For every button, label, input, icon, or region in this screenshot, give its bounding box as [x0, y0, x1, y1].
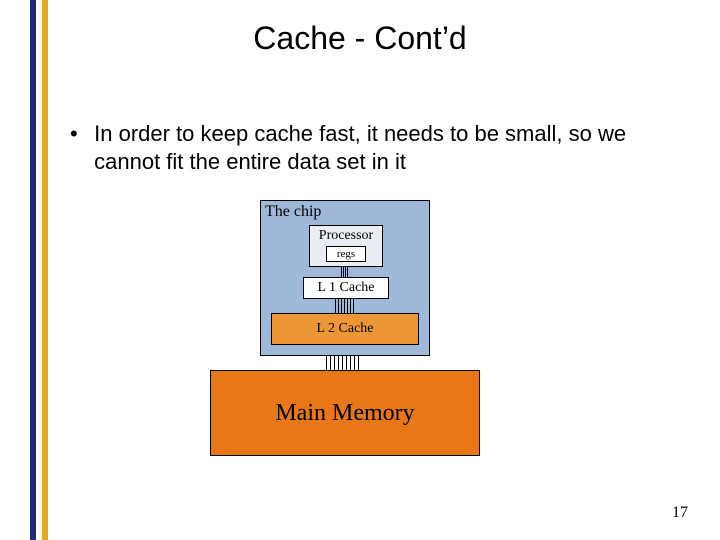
- bus-l1-l2: [335, 299, 355, 313]
- page-number: 17: [672, 504, 688, 522]
- bullet-marker: •: [70, 120, 88, 148]
- main-memory-box: Main Memory: [210, 370, 480, 456]
- chip-label: The chip: [265, 203, 321, 221]
- chip-box: The chip Processor regs L 1 Cache L 2 Ca…: [260, 200, 430, 356]
- processor-label: Processor: [310, 226, 382, 245]
- regs-box: regs: [326, 246, 366, 262]
- slide-title: Cache - Cont’d: [0, 20, 720, 57]
- processor-box: Processor regs: [309, 225, 383, 267]
- bullet-item: • In order to keep cache fast, it needs …: [70, 120, 670, 175]
- memory-hierarchy-diagram: The chip Processor regs L 1 Cache L 2 Ca…: [0, 200, 720, 490]
- l1-cache-box: L 1 Cache: [303, 277, 389, 299]
- bullet-text: In order to keep cache fast, it needs to…: [94, 120, 654, 175]
- l2-cache-box: L 2 Cache: [271, 313, 419, 345]
- bus-proc-l1: [341, 267, 349, 277]
- bus-l2-mem: [326, 356, 362, 370]
